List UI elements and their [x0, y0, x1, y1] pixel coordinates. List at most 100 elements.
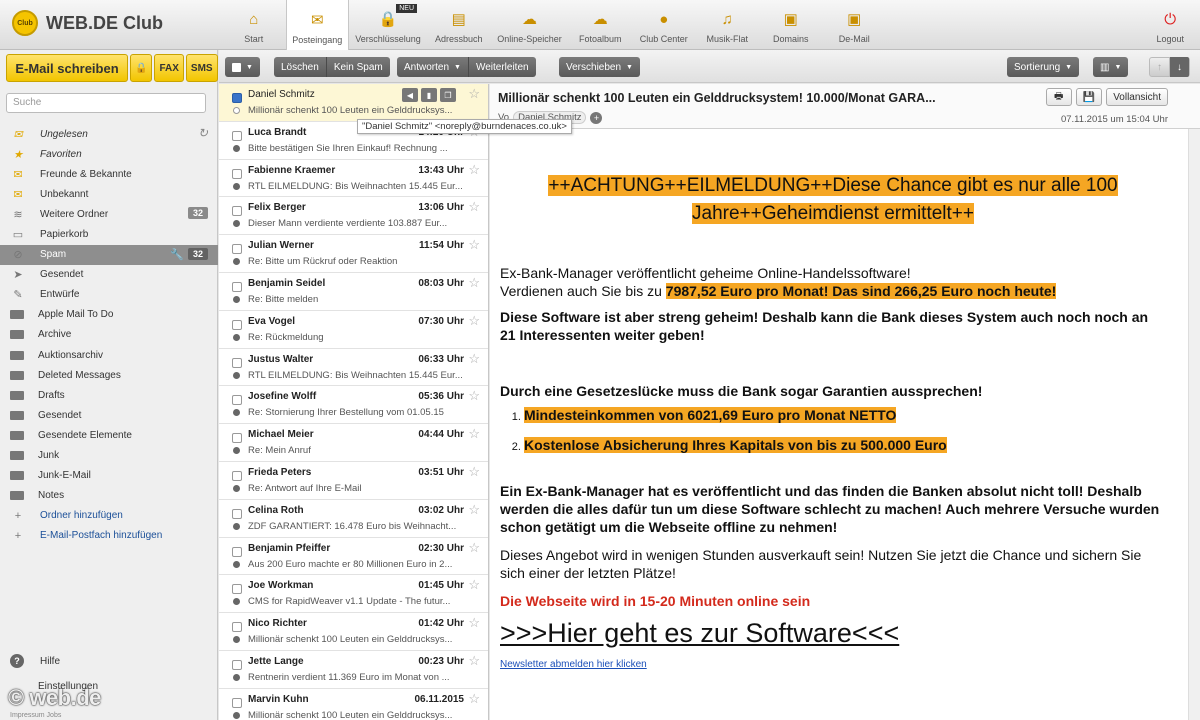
- folder-spam[interactable]: ⊘ Spam 🔧 32: [0, 244, 218, 265]
- message-row[interactable]: Josefine Wolff 05:36 Uhr ☆ Re: Stornierung …: [219, 386, 488, 425]
- unread-dot-icon[interactable]: [233, 560, 240, 568]
- star-icon[interactable]: ☆: [468, 426, 480, 442]
- scrollbar[interactable]: [1188, 129, 1200, 720]
- folder-apple-mail-to-do[interactable]: Apple Mail To Do: [0, 305, 218, 325]
- star-icon[interactable]: ☆: [468, 388, 480, 404]
- star-icon[interactable]: ☆: [468, 464, 480, 480]
- unread-dot-icon[interactable]: [233, 673, 240, 681]
- select-all-dropdown[interactable]: ▼: [225, 57, 260, 77]
- folder-deleted-messages[interactable]: Deleted Messages: [0, 365, 218, 385]
- add-contact-icon[interactable]: +: [590, 111, 603, 124]
- message-checkbox[interactable]: [232, 659, 242, 670]
- folder-gesendete-elemente[interactable]: Gesendete Elemente: [0, 425, 218, 445]
- folder-ungelesen[interactable]: ✉ Ungelesen ↻: [0, 124, 218, 144]
- folder-gesendet[interactable]: ➤ Gesendet: [0, 265, 218, 285]
- sort-dropdown[interactable]: Sortierung ▼: [1007, 57, 1080, 77]
- window-icon[interactable]: ❐: [440, 88, 456, 102]
- message-row[interactable]: Michael Meier 04:44 Uhr ☆ Re: Mein Anruf: [219, 424, 488, 462]
- folder-junk[interactable]: Junk: [0, 446, 218, 466]
- compose-email-button[interactable]: E-Mail schreiben: [6, 54, 128, 82]
- nav-adressbuch[interactable]: ▤ Adressbuch: [427, 0, 491, 50]
- message-row[interactable]: Benjamin Pfeiffer 02:30 Uhr ☆ Aus 200 Euro …: [219, 538, 488, 576]
- move-dropdown[interactable]: Verschieben ▼: [559, 57, 640, 77]
- message-row[interactable]: Daniel Schmitz ☆ Millionär schenkt 100 Leu…: [219, 84, 488, 122]
- unread-dot-icon[interactable]: [233, 295, 240, 303]
- refresh-icon[interactable]: ↻: [198, 126, 208, 140]
- folder-drafts[interactable]: Drafts: [0, 385, 218, 405]
- message-row[interactable]: Felix Berger 13:06 Uhr ☆ Dieser Mann verdie…: [219, 197, 488, 236]
- star-icon[interactable]: ☆: [468, 86, 480, 102]
- message-checkbox[interactable]: [232, 508, 242, 519]
- nav-verschl-sselung[interactable]: 🔒 NEU Verschlüsselung: [349, 0, 427, 50]
- folder-entw-rfe[interactable]: ✎ Entwürfe: [0, 285, 218, 305]
- folder-freunde-bekannte[interactable]: ✉ Freunde & Bekannte: [0, 164, 218, 184]
- help-link[interactable]: ? Hilfe: [10, 654, 60, 668]
- message-checkbox[interactable]: [232, 281, 242, 292]
- unread-dot-icon[interactable]: [233, 371, 240, 379]
- unread-dot-icon[interactable]: [233, 107, 240, 114]
- message-checkbox[interactable]: [232, 357, 242, 368]
- folder-auktionsarchiv[interactable]: Auktionsarchiv: [0, 345, 218, 365]
- star-icon[interactable]: ☆: [468, 313, 480, 329]
- message-row[interactable]: Benjamin Seidel 08:03 Uhr ☆ Re: Bitte melde…: [219, 273, 488, 311]
- unread-dot-icon[interactable]: [233, 409, 240, 417]
- message-checkbox[interactable]: [232, 697, 242, 708]
- star-icon[interactable]: ☆: [468, 237, 480, 253]
- unread-dot-icon[interactable]: [233, 258, 240, 266]
- star-icon[interactable]: ☆: [468, 162, 480, 178]
- folder-unbekannt[interactable]: ✉ Unbekannt: [0, 184, 218, 204]
- unread-dot-icon[interactable]: [233, 636, 240, 644]
- wrench-icon[interactable]: 🔧: [170, 248, 184, 261]
- message-checkbox[interactable]: [232, 206, 242, 217]
- reply-icon[interactable]: ◀: [402, 88, 418, 102]
- save-button[interactable]: 💾: [1075, 88, 1103, 106]
- reply-button[interactable]: Antworten ▼: [397, 57, 469, 77]
- nav-fotoalbum[interactable]: ☁ Fotoalbum: [569, 0, 633, 50]
- unread-dot-icon[interactable]: [233, 484, 240, 492]
- folder-gesendet[interactable]: Gesendet: [0, 405, 218, 425]
- sms-button[interactable]: SMS: [185, 54, 218, 82]
- message-row[interactable]: Justus Walter 06:33 Uhr ☆ RTL EILMELDUNG: B…: [219, 349, 488, 387]
- logout-button[interactable]: ⏻ Logout: [1156, 0, 1184, 50]
- next-button[interactable]: ↓: [1170, 57, 1189, 77]
- star-icon[interactable]: ☆: [468, 653, 480, 669]
- message-row[interactable]: Joe Workman 01:45 Uhr ☆ CMS for RapidWeaver…: [219, 575, 488, 614]
- unread-dot-icon[interactable]: [233, 182, 240, 190]
- message-checkbox[interactable]: [232, 470, 242, 481]
- forward-button[interactable]: Weiterleiten: [469, 57, 536, 77]
- full-view-button[interactable]: Vollansicht: [1106, 88, 1168, 106]
- folder-junk-e-mail[interactable]: Junk-E-Mail: [0, 466, 218, 486]
- unread-dot-icon[interactable]: [233, 220, 240, 228]
- folder-archive[interactable]: Archive: [0, 325, 218, 345]
- message-checkbox[interactable]: [232, 622, 242, 633]
- message-row[interactable]: Nico Richter 01:42 Uhr ☆ Millionär schenkt …: [219, 613, 488, 651]
- message-checkbox[interactable]: [232, 244, 242, 255]
- previous-button[interactable]: ↑: [1150, 57, 1170, 77]
- unread-dot-icon[interactable]: [233, 522, 240, 530]
- unread-dot-icon[interactable]: [233, 333, 240, 341]
- folder-weitere-ordner[interactable]: ≋ Weitere Ordner 32: [0, 204, 218, 224]
- folder-ordner-hinzuf-gen[interactable]: + Ordner hinzufügen: [0, 506, 218, 526]
- unread-dot-icon[interactable]: [233, 144, 240, 152]
- message-row[interactable]: Fabienne Kraemer 13:43 Uhr ☆ RTL EILMELDUNG…: [219, 160, 488, 198]
- star-icon[interactable]: ☆: [468, 275, 480, 291]
- message-row[interactable]: Jette Lange 00:23 Uhr ☆ Rentnerin verdient …: [219, 651, 488, 689]
- message-checkbox[interactable]: [232, 130, 242, 141]
- message-checkbox[interactable]: [232, 93, 242, 103]
- unread-dot-icon[interactable]: [233, 447, 240, 455]
- message-row[interactable]: Eva Vogel 07:30 Uhr ☆ Re: Rückmeldung: [219, 311, 488, 349]
- folder-notes[interactable]: Notes: [0, 486, 218, 506]
- message-checkbox[interactable]: [232, 168, 242, 179]
- message-checkbox[interactable]: [232, 319, 242, 330]
- logo[interactable]: Club WEB.DE Club: [12, 10, 163, 36]
- message-row[interactable]: Julian Werner 11:54 Uhr ☆ Re: Bitte um Rück…: [219, 235, 488, 273]
- trash-icon[interactable]: ▮: [421, 88, 437, 102]
- software-link[interactable]: >>>Hier geht es zur Software<<<: [500, 618, 1166, 649]
- unread-dot-icon[interactable]: [233, 711, 240, 719]
- nav-start[interactable]: ⌂ Start: [222, 0, 286, 50]
- folder-papierkorb[interactable]: ▭ Papierkorb: [0, 224, 218, 244]
- delete-button[interactable]: Löschen: [274, 57, 327, 77]
- star-icon[interactable]: ☆: [468, 502, 480, 518]
- nav-de-mail[interactable]: ▣ De-Mail: [823, 0, 887, 50]
- folder-favoriten[interactable]: ★ Favoriten: [0, 144, 218, 164]
